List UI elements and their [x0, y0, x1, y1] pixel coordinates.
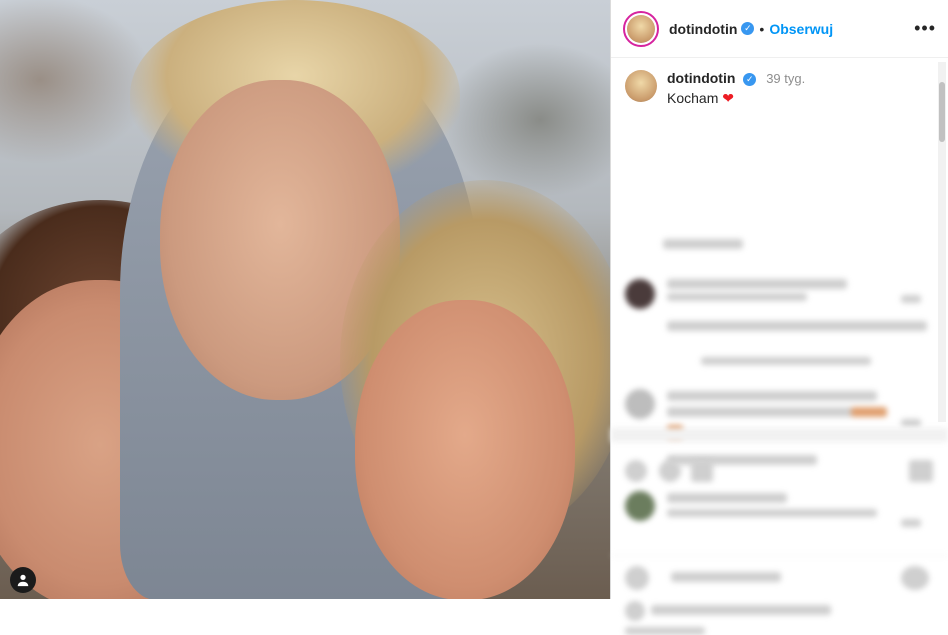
- more-icon[interactable]: •••: [914, 18, 936, 39]
- caption-avatar[interactable]: [625, 70, 657, 102]
- comments-scrollbar[interactable]: [938, 62, 946, 422]
- post-side-panel: dotindotin ✓ • Obserwuj ••• dotindotin ✓…: [610, 0, 948, 635]
- add-comment-bar[interactable]: [611, 555, 948, 600]
- user-icon: [17, 574, 29, 587]
- tagged-users-button[interactable]: [10, 567, 36, 593]
- verified-badge-icon: ✓: [743, 72, 757, 86]
- separator: •: [759, 20, 765, 37]
- post-header: dotindotin ✓ • Obserwuj •••: [611, 0, 948, 58]
- author-avatar[interactable]: [623, 10, 659, 47]
- caption-username[interactable]: dotindotin: [667, 70, 735, 86]
- caption-time[interactable]: 39 tyg.: [766, 71, 805, 86]
- caption: dotindotin ✓ 39 tyg. Kocham ❤: [611, 58, 948, 107]
- post-actions: [611, 452, 948, 492]
- verified-badge-icon: ✓: [741, 22, 755, 35]
- face-right: [355, 300, 575, 599]
- author-username[interactable]: dotindotin: [669, 21, 737, 37]
- post-photo: [0, 0, 610, 599]
- follow-button[interactable]: Obserwuj: [769, 21, 833, 37]
- heart-emoji: ❤: [722, 90, 734, 106]
- horizontal-scrollbar[interactable]: [611, 428, 948, 442]
- caption-text: Kocham: [667, 90, 719, 106]
